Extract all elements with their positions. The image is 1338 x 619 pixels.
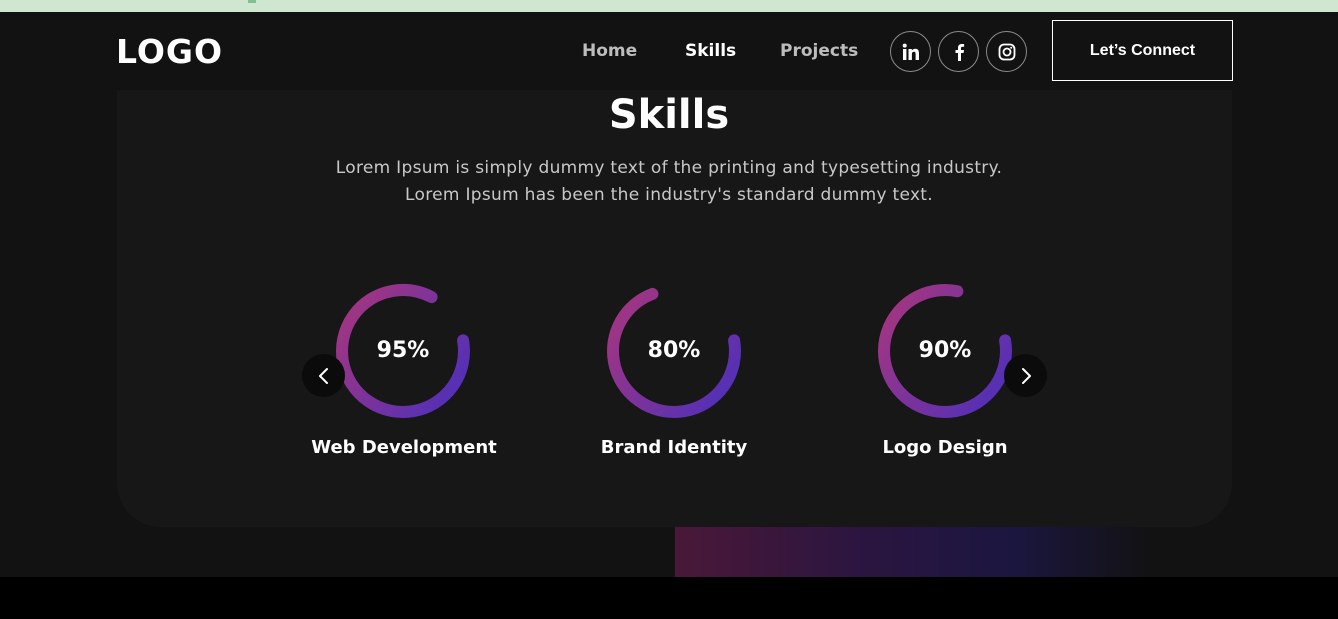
instagram-icon xyxy=(998,43,1015,60)
nav-link-home[interactable]: Home xyxy=(582,39,637,63)
skill-percentage: 90% xyxy=(918,338,972,363)
skill-label-brand-identity: Brand Identity xyxy=(600,437,748,458)
nav-link-skills[interactable]: Skills xyxy=(685,39,736,63)
skills-title: Skills xyxy=(608,92,730,138)
chevron-left-icon xyxy=(318,367,328,384)
facebook-icon xyxy=(955,43,964,61)
skill-label-logo-design: Logo Design xyxy=(882,437,1008,458)
page: LOGO Home Skills Projects Let’s Connect xyxy=(0,12,1338,577)
skill-percentage: 80% xyxy=(647,338,701,363)
nav-link-projects[interactable]: Projects xyxy=(780,39,858,63)
carousel-prev-button[interactable] xyxy=(302,354,345,397)
skills-description-line-2: Lorem Ipsum has been the industry's stan… xyxy=(405,185,933,205)
skill-percentage: 95% xyxy=(376,338,430,363)
carousel-next-button[interactable] xyxy=(1004,354,1047,397)
skill-label-web-development: Web Development xyxy=(311,437,497,458)
logo[interactable]: LOGO xyxy=(116,30,223,74)
tab-indicator xyxy=(248,0,256,3)
browser-top-strip xyxy=(0,0,1338,12)
instagram-button[interactable] xyxy=(986,31,1027,72)
chevron-right-icon xyxy=(1021,367,1031,384)
facebook-button[interactable] xyxy=(938,31,979,72)
linkedin-icon xyxy=(902,43,919,60)
background-glow xyxy=(675,527,1155,577)
skills-description-line-1: Lorem Ipsum is simply dummy text of the … xyxy=(335,158,1003,178)
linkedin-button[interactable] xyxy=(890,31,931,72)
navbar: LOGO Home Skills Projects Let’s Connect xyxy=(0,12,1338,90)
lets-connect-button[interactable]: Let’s Connect xyxy=(1052,20,1233,81)
